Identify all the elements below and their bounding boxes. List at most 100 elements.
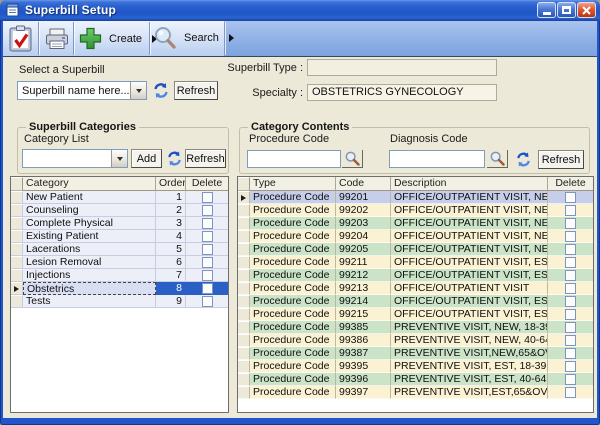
delete-cell (548, 321, 593, 334)
search-button[interactable]: Search (153, 26, 234, 50)
category-cell[interactable]: Obstetrics (23, 282, 156, 295)
procedure-row[interactable]: Procedure Code99387PREVENTIVE VISIT,NEW,… (238, 347, 593, 360)
category-row[interactable]: Injections7 (11, 269, 228, 282)
refresh-categories-icon[interactable] (166, 150, 183, 172)
category-cell[interactable]: Existing Patient (23, 230, 156, 243)
procedure-row[interactable]: Procedure Code99205OFFICE/OUTPATIENT VIS… (238, 243, 593, 256)
delete-checkbox[interactable] (565, 205, 576, 216)
delete-checkbox[interactable] (565, 348, 576, 359)
delete-checkbox[interactable] (202, 244, 213, 255)
save-superbill-button[interactable] (8, 25, 34, 53)
procedure-row[interactable]: Procedure Code99396PREVENTIVE VISIT, EST… (238, 373, 593, 386)
superbill-dropdown-button[interactable] (130, 82, 146, 99)
procedure-code-input[interactable] (247, 150, 341, 168)
delete-checkbox[interactable] (565, 257, 576, 268)
category-cell[interactable]: Tests (23, 295, 156, 308)
procedure-row[interactable]: Procedure Code99386PREVENTIVE VISIT, NEW… (238, 334, 593, 347)
plus-icon (79, 27, 102, 50)
category-row[interactable]: Complete Physical3 (11, 217, 228, 230)
type-cell: Procedure Code (250, 191, 336, 204)
category-row[interactable]: Tests9 (11, 295, 228, 308)
type-cell: Procedure Code (250, 347, 336, 360)
procedure-row[interactable]: Procedure Code99215OFFICE/OUTPATIENT VIS… (238, 308, 593, 321)
procedure-row[interactable]: Procedure Code99204OFFICE/OUTPATIENT VIS… (238, 230, 593, 243)
delete-checkbox[interactable] (202, 218, 213, 229)
code-cell: 99385 (336, 321, 391, 334)
delete-checkbox[interactable] (565, 322, 576, 333)
category-row[interactable]: Obstetrics8 (11, 282, 228, 295)
delete-checkbox[interactable] (565, 231, 576, 242)
maximize-button[interactable] (557, 2, 576, 18)
superbill-dropdown[interactable]: Superbill name here... (17, 81, 147, 100)
procedure-row[interactable]: Procedure Code99395PREVENTIVE VISIT, EST… (238, 360, 593, 373)
refresh-contents-button[interactable]: Refresh (538, 150, 584, 169)
delete-checkbox[interactable] (202, 296, 213, 307)
column-header-delete[interactable]: Delete (186, 177, 228, 191)
category-list-dropdown-button[interactable] (111, 150, 127, 167)
category-list-dropdown[interactable] (22, 149, 128, 168)
delete-checkbox[interactable] (202, 205, 213, 216)
row-marker (238, 386, 250, 399)
category-row[interactable]: Existing Patient4 (11, 230, 228, 243)
print-button[interactable] (44, 28, 70, 50)
type-cell: Procedure Code (250, 295, 336, 308)
category-cell[interactable]: New Patient (23, 191, 156, 204)
category-row[interactable]: Counseling2 (11, 204, 228, 217)
category-cell[interactable]: Lacerations (23, 243, 156, 256)
refresh-contents-icon[interactable] (515, 151, 532, 173)
procedure-row[interactable]: Procedure Code99212OFFICE/OUTPATIENT VIS… (238, 269, 593, 282)
search-label: Search (184, 32, 219, 44)
category-cell[interactable]: Lesion Removal (23, 256, 156, 269)
minimize-button[interactable] (537, 2, 556, 18)
column-header-code[interactable]: Code (336, 177, 391, 191)
delete-checkbox[interactable] (565, 296, 576, 307)
column-header-order[interactable]: Order (156, 177, 186, 191)
delete-checkbox[interactable] (202, 257, 213, 268)
procedure-row[interactable]: Procedure Code99385PREVENTIVE VISIT, NEW… (238, 321, 593, 334)
create-button[interactable]: Create (79, 27, 157, 50)
procedure-row[interactable]: Procedure Code99211OFFICE/OUTPATIENT VIS… (238, 256, 593, 269)
delete-checkbox[interactable] (565, 270, 576, 281)
category-row[interactable]: Lacerations5 (11, 243, 228, 256)
delete-checkbox[interactable] (565, 192, 576, 203)
close-button[interactable] (577, 2, 596, 18)
delete-checkbox[interactable] (565, 335, 576, 346)
column-header-delete-right[interactable]: Delete (548, 177, 593, 191)
procedure-row[interactable]: Procedure Code99214OFFICE/OUTPATIENT VIS… (238, 295, 593, 308)
delete-checkbox[interactable] (565, 309, 576, 320)
procedure-row[interactable]: Procedure Code99213OFFICE/OUTPATIENT VIS… (238, 282, 593, 295)
delete-cell (548, 204, 593, 217)
delete-checkbox[interactable] (202, 270, 213, 281)
delete-checkbox[interactable] (565, 283, 576, 294)
category-cell[interactable]: Injections (23, 269, 156, 282)
refresh-categories-button[interactable]: Refresh (185, 149, 226, 168)
category-row[interactable]: New Patient1 (11, 191, 228, 204)
category-cell[interactable]: Counseling (23, 204, 156, 217)
diagnosis-code-input[interactable] (389, 150, 485, 168)
diagnosis-code-search-button[interactable] (487, 150, 508, 168)
select-superbill-label: Select a Superbill (19, 64, 105, 76)
procedure-row[interactable]: Procedure Code99202OFFICE/OUTPATIENT VIS… (238, 204, 593, 217)
delete-checkbox[interactable] (565, 387, 576, 398)
category-cell[interactable]: Complete Physical (23, 217, 156, 230)
procedure-code-search-button[interactable] (342, 150, 363, 168)
column-header-category[interactable]: Category (23, 177, 156, 191)
row-marker (238, 295, 250, 308)
delete-checkbox[interactable] (202, 192, 213, 203)
procedure-row[interactable]: Procedure Code99201OFFICE/OUTPATIENT VIS… (238, 191, 593, 204)
delete-checkbox[interactable] (565, 374, 576, 385)
delete-checkbox[interactable] (565, 218, 576, 229)
add-category-button[interactable]: Add (131, 149, 162, 168)
category-row[interactable]: Lesion Removal6 (11, 256, 228, 269)
delete-checkbox[interactable] (565, 244, 576, 255)
delete-checkbox[interactable] (202, 231, 213, 242)
procedure-row[interactable]: Procedure Code99397PREVENTIVE VISIT,EST,… (238, 386, 593, 399)
type-cell: Procedure Code (250, 217, 336, 230)
refresh-superbill-icon[interactable] (152, 82, 170, 104)
column-header-type[interactable]: Type (250, 177, 336, 191)
procedure-row[interactable]: Procedure Code99203OFFICE/OUTPATIENT VIS… (238, 217, 593, 230)
column-header-description[interactable]: Description (391, 177, 548, 191)
delete-checkbox[interactable] (202, 283, 213, 294)
delete-cell (548, 269, 593, 282)
delete-checkbox[interactable] (565, 361, 576, 372)
